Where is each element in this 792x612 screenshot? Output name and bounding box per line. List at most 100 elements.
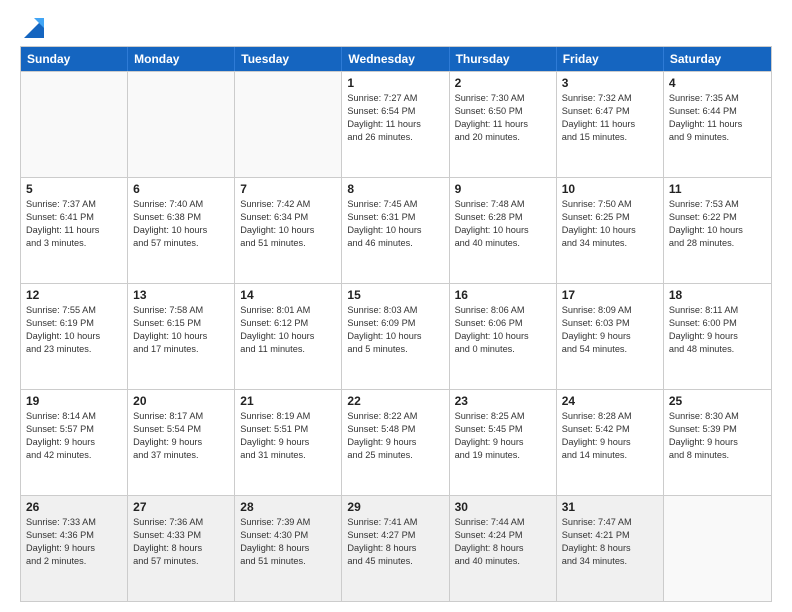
cell-line: Sunrise: 7:50 AM [562,198,658,211]
day-number: 30 [455,500,551,514]
cell-line: and 25 minutes. [347,449,443,462]
cal-cell: 30 Sunrise: 7:44 AMSunset: 4:24 PMDayligh… [450,496,557,601]
day-number: 11 [669,182,766,196]
cell-line: Sunrise: 8:14 AM [26,410,122,423]
cell-line: and 11 minutes. [240,343,336,356]
cal-cell: 19 Sunrise: 8:14 AMSunset: 5:57 PMDayligh… [21,390,128,495]
cal-header-wednesday: Wednesday [342,47,449,71]
cal-cell: 23Sunrise: 8:25 AMSunset: 5:45 PMDayligh… [450,390,557,495]
cell-line: and 40 minutes. [455,237,551,250]
cell-line: Sunset: 6:31 PM [347,211,443,224]
cell-line: Sunrise: 7:44 AM [455,516,551,529]
cal-cell: 31Sunrise: 7:47 AMSunset: 4:21 PMDayligh… [557,496,664,601]
cell-line: Daylight: 8 hours [455,542,551,555]
logo-icon [22,12,46,40]
cell-line: and 54 minutes. [562,343,658,356]
cell-line: Sunset: 5:51 PM [240,423,336,436]
cell-line: Daylight: 9 hours [669,330,766,343]
cell-line: and 2 minutes. [26,555,122,568]
cell-line: and 26 minutes. [347,131,443,144]
cell-line: and 14 minutes. [562,449,658,462]
cell-line: Daylight: 10 hours [562,224,658,237]
cal-cell: 7Sunrise: 7:42 AMSunset: 6:34 PMDaylight… [235,178,342,283]
cell-line: Sunrise: 8:22 AM [347,410,443,423]
cal-cell: 20Sunrise: 8:17 AMSunset: 5:54 PMDayligh… [128,390,235,495]
cell-line: and 42 minutes. [26,449,122,462]
day-number: 13 [133,288,229,302]
cal-cell: 10Sunrise: 7:50 AMSunset: 6:25 PMDayligh… [557,178,664,283]
cell-line: Daylight: 10 hours [240,224,336,237]
day-number: 7 [240,182,336,196]
cal-cell: 16Sunrise: 8:06 AMSunset: 6:06 PMDayligh… [450,284,557,389]
calendar: SundayMondayTuesdayWednesdayThursdayFrid… [20,46,772,602]
cell-line: Daylight: 9 hours [26,436,122,449]
day-number: 5 [26,182,122,196]
cell-line: Daylight: 10 hours [455,330,551,343]
cell-line: Sunset: 5:57 PM [26,423,122,436]
cell-line: and 57 minutes. [133,555,229,568]
cal-cell: 18Sunrise: 8:11 AMSunset: 6:00 PMDayligh… [664,284,771,389]
cell-line: Sunrise: 8:28 AM [562,410,658,423]
cell-line: Daylight: 10 hours [133,330,229,343]
day-number: 18 [669,288,766,302]
cal-cell: 26Sunrise: 7:33 AMSunset: 4:36 PMDayligh… [21,496,128,601]
cal-cell: 25Sunrise: 8:30 AMSunset: 5:39 PMDayligh… [664,390,771,495]
cell-line: Sunset: 6:00 PM [669,317,766,330]
cell-line: Sunset: 6:47 PM [562,105,658,118]
cell-line: Sunrise: 8:19 AM [240,410,336,423]
cell-line: Sunset: 6:44 PM [669,105,766,118]
cell-line: Sunset: 4:21 PM [562,529,658,542]
cal-cell: 12Sunrise: 7:55 AMSunset: 6:19 PMDayligh… [21,284,128,389]
cell-line: Sunset: 6:54 PM [347,105,443,118]
cal-cell [664,496,771,601]
day-number: 8 [347,182,443,196]
day-number: 19 [26,394,122,408]
cell-line: Sunrise: 7:35 AM [669,92,766,105]
cell-line: Sunset: 6:25 PM [562,211,658,224]
cell-line: Daylight: 11 hours [347,118,443,131]
cal-header-thursday: Thursday [450,47,557,71]
cell-line: Sunset: 5:39 PM [669,423,766,436]
cal-cell: 15Sunrise: 8:03 AMSunset: 6:09 PMDayligh… [342,284,449,389]
cell-line: Sunrise: 7:40 AM [133,198,229,211]
cell-line: and 57 minutes. [133,237,229,250]
cell-line: and 51 minutes. [240,237,336,250]
cell-line: and 5 minutes. [347,343,443,356]
cell-line: Sunrise: 8:30 AM [669,410,766,423]
day-number: 22 [347,394,443,408]
day-number: 16 [455,288,551,302]
cal-cell: 3Sunrise: 7:32 AMSunset: 6:47 PMDaylight… [557,72,664,177]
cell-line: Sunrise: 7:33 AM [26,516,122,529]
cell-line: Sunset: 4:24 PM [455,529,551,542]
cell-line: and 48 minutes. [669,343,766,356]
cell-line: and 46 minutes. [347,237,443,250]
cal-week-4: 19Sunrise: 8:14 AMSunset: 5:57 PMDayligh… [21,389,771,495]
cell-line: Sunrise: 7:55 AM [26,304,122,317]
day-number: 3 [562,76,658,90]
cell-line: Sunset: 6:41 PM [26,211,122,224]
cal-cell: 1Sunrise: 7:27 AMSunset: 6:54 PMDaylight… [342,72,449,177]
cal-cell: 14Sunrise: 8:01 AMSunset: 6:12 PMDayligh… [235,284,342,389]
day-number: 25 [669,394,766,408]
cell-line: and 34 minutes. [562,237,658,250]
cell-line: Sunset: 6:06 PM [455,317,551,330]
cell-line: and 9 minutes. [669,131,766,144]
day-number: 6 [133,182,229,196]
cal-cell: 9Sunrise: 7:48 AMSunset: 6:28 PMDaylight… [450,178,557,283]
cell-line: and 8 minutes. [669,449,766,462]
cal-cell [235,72,342,177]
cell-line: Daylight: 9 hours [240,436,336,449]
cell-line: Daylight: 10 hours [669,224,766,237]
cell-line: Daylight: 10 hours [26,330,122,343]
cal-cell: 21 Sunrise: 8:19 AMSunset: 5:51 PMDayligh… [235,390,342,495]
cal-cell: 27Sunrise: 7:36 AMSunset: 4:33 PMDayligh… [128,496,235,601]
cell-line: and 40 minutes. [455,555,551,568]
cell-line: Sunrise: 7:36 AM [133,516,229,529]
cell-line: Daylight: 9 hours [562,436,658,449]
cell-line: Daylight: 10 hours [347,330,443,343]
cal-week-1: 1Sunrise: 7:27 AMSunset: 6:54 PMDaylight… [21,71,771,177]
cell-line: Sunset: 6:34 PM [240,211,336,224]
day-number: 21 [240,394,336,408]
cal-header-friday: Friday [557,47,664,71]
cal-cell: 8Sunrise: 7:45 AMSunset: 6:31 PMDaylight… [342,178,449,283]
